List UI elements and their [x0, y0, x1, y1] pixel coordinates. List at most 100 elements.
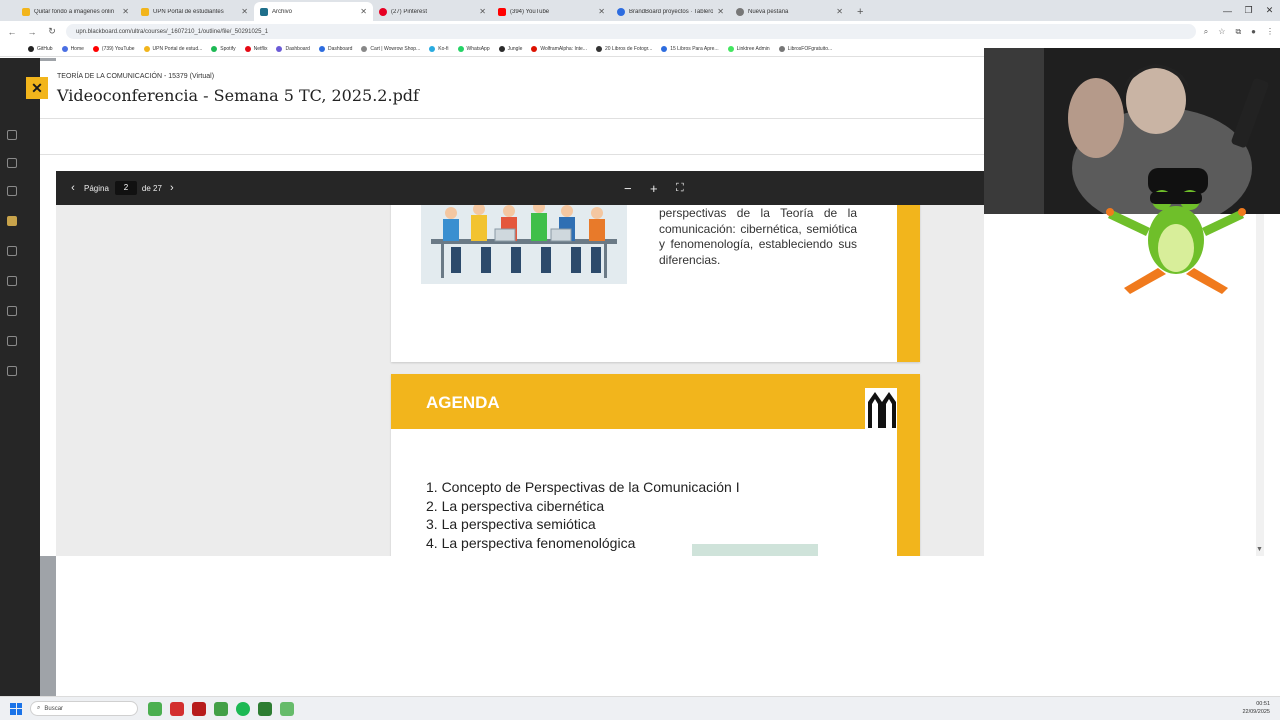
- nav-icon[interactable]: [7, 186, 17, 196]
- window-close-icon[interactable]: ✕: [1259, 0, 1280, 21]
- bookmark-item[interactable]: Spotify: [211, 46, 236, 52]
- maximize-icon[interactable]: ❐: [1238, 0, 1259, 21]
- taskbar-search-input[interactable]: ⌕ Buscar: [30, 701, 138, 716]
- zoom-out-icon[interactable]: −: [624, 181, 632, 196]
- nav-icon-active[interactable]: [7, 216, 17, 226]
- tab-quitar-fondo[interactable]: Quitar fondo a imagenes onlin ✕: [16, 2, 135, 21]
- divider: [40, 154, 984, 155]
- upn-logo-icon: [865, 388, 897, 429]
- tab-brandboard[interactable]: BrandBoard proyectos · Tablero ✕: [611, 2, 730, 21]
- tab-label: UPN Portal de estudiantes: [153, 8, 224, 15]
- search-icon: ⌕: [37, 705, 41, 711]
- nav-icon[interactable]: [7, 246, 17, 256]
- close-icon[interactable]: ✕: [598, 7, 605, 16]
- tab-favicon: [379, 7, 387, 16]
- tab-youtube[interactable]: (394) YouTube ✕: [492, 2, 611, 21]
- app-icon[interactable]: [280, 701, 294, 716]
- tab-favicon: [260, 7, 268, 16]
- nav-icon[interactable]: [7, 130, 17, 140]
- tab-favicon: [736, 7, 744, 16]
- chrome-icon[interactable]: [148, 701, 162, 716]
- nav-icon[interactable]: [7, 306, 17, 316]
- list-item: 3. La perspectiva semiótica: [426, 516, 596, 532]
- page-number-input[interactable]: 2: [114, 181, 137, 195]
- close-icon[interactable]: ✕: [122, 7, 129, 16]
- app-icon[interactable]: [214, 701, 228, 716]
- viewer-header: ✕ TEORÍA DE LA COMUNICACIÓN - 15379 (Vir…: [26, 61, 984, 119]
- bookmark-item[interactable]: Linktree Admin: [727, 46, 770, 52]
- spotify-icon[interactable]: [236, 701, 250, 716]
- extensions-icon[interactable]: ⧉: [1235, 27, 1241, 37]
- search-placeholder: Buscar: [44, 705, 64, 712]
- nav-icon[interactable]: [7, 276, 17, 286]
- close-viewer-button[interactable]: ✕: [26, 77, 48, 99]
- start-icon[interactable]: [10, 702, 22, 715]
- tab-favicon: [141, 7, 149, 16]
- back-icon[interactable]: ←: [6, 27, 18, 37]
- slide-page-2: AGENDA 1. Concepto de Perspectivas de la…: [391, 374, 920, 556]
- tab-label: Quitar fondo a imagenes onlin: [34, 8, 115, 15]
- page-count: de 27: [141, 183, 162, 193]
- close-icon[interactable]: ✕: [836, 7, 843, 16]
- pdf-canvas[interactable]: perspectivas de la Teoría de la comunica…: [56, 205, 984, 556]
- bookmark-item[interactable]: 15 Libros Para Apre...: [661, 46, 719, 52]
- next-page-icon[interactable]: ›: [170, 182, 174, 194]
- clock[interactable]: 00:51 22/09/2025: [1242, 700, 1270, 716]
- bookmark-item[interactable]: Ko-fi: [429, 46, 449, 52]
- new-tab-icon[interactable]: +: [849, 2, 871, 21]
- forward-icon[interactable]: →: [26, 27, 38, 37]
- slide-accent-bar: [897, 374, 920, 556]
- bookmark-item[interactable]: LibrosFOFgratuito...: [778, 46, 832, 52]
- bookmark-star-icon[interactable]: ☆: [1218, 27, 1225, 37]
- bookmark-item[interactable]: Netflix: [244, 46, 267, 52]
- zoom-icon[interactable]: ⌕: [1204, 27, 1208, 37]
- bookmark-item[interactable]: Jungle: [498, 46, 522, 52]
- fullscreen-icon[interactable]: ⛶: [676, 182, 684, 195]
- bookmark-item[interactable]: GitHub: [28, 46, 53, 52]
- list-item: 1. Concepto de Perspectivas de la Comuni…: [426, 479, 740, 495]
- tab-archivo[interactable]: Archivo ✕: [254, 2, 373, 21]
- url-input[interactable]: upn.blackboard.com/ultra/courses/_160721…: [66, 24, 1196, 39]
- scroll-down-icon[interactable]: ▼: [1256, 546, 1263, 553]
- menu-icon[interactable]: ⋮: [1266, 27, 1274, 37]
- close-icon[interactable]: ✕: [479, 7, 486, 16]
- profile-icon[interactable]: ●: [1251, 27, 1256, 37]
- app-icon[interactable]: [258, 701, 272, 716]
- close-icon[interactable]: ✕: [360, 7, 367, 16]
- page-label: Página: [84, 183, 109, 193]
- tab-upn-portal[interactable]: UPN Portal de estudiantes ✕: [135, 2, 254, 21]
- browser-tabstrip: Quitar fondo a imagenes onlin ✕ UPN Port…: [0, 0, 1280, 21]
- tab-pinterest[interactable]: (27) Pinterest ✕: [373, 2, 492, 21]
- nav-icon[interactable]: [7, 366, 17, 376]
- bookmark-item[interactable]: WolframAlpha: Inte...: [531, 46, 587, 52]
- tab-label: Nueva pestaña: [748, 8, 789, 15]
- previous-page-icon[interactable]: ‹: [68, 182, 78, 194]
- close-icon[interactable]: ✕: [717, 7, 724, 16]
- bookmark-item[interactable]: Dashboard: [318, 46, 352, 52]
- clock-date: 22/09/2025: [1242, 709, 1270, 715]
- bookmark-item[interactable]: UPN Portal de estud...: [143, 46, 202, 52]
- nav-icon[interactable]: [7, 158, 17, 168]
- slide-image: [692, 544, 818, 556]
- acrobat-icon[interactable]: [170, 701, 184, 716]
- bookmark-item[interactable]: (739) YouTube: [92, 46, 135, 52]
- bookmark-item[interactable]: WhatsApp: [457, 46, 490, 52]
- minimize-icon[interactable]: —: [1217, 0, 1238, 21]
- bookmark-item[interactable]: Dashboard: [276, 46, 310, 52]
- tab-nueva-pestana[interactable]: Nueva pestaña ✕: [730, 2, 849, 21]
- slide-objective-text: perspectivas de la Teoría de la comunica…: [659, 206, 857, 267]
- bookmark-item[interactable]: 20 Libros de Fotogr...: [595, 46, 652, 52]
- taskbar: ⌕ Buscar 00:51 22/09/2025: [0, 696, 1280, 720]
- team-illustration: [421, 205, 627, 284]
- zoom-in-icon[interactable]: +: [650, 181, 658, 196]
- taskbar-apps: [148, 701, 294, 716]
- screen: Quitar fondo a imagenes onlin ✕ UPN Port…: [0, 0, 1280, 720]
- nav-icon[interactable]: [7, 336, 17, 346]
- app-icon[interactable]: [192, 701, 206, 716]
- list-item: 2. La perspectiva cibernética: [426, 497, 605, 514]
- address-bar: ← → ↻ upn.blackboard.com/ultra/courses/_…: [0, 21, 1280, 42]
- bookmark-item[interactable]: Cart | Wowrow Shop...: [361, 46, 420, 52]
- bookmark-item[interactable]: Home: [61, 46, 84, 52]
- reload-icon[interactable]: ↻: [46, 26, 58, 37]
- close-icon[interactable]: ✕: [241, 7, 248, 16]
